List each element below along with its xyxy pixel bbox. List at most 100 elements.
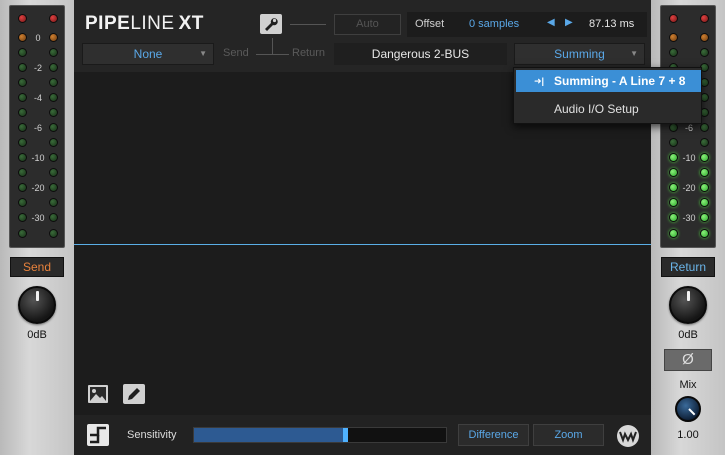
meter-label: -30: [31, 213, 45, 223]
mix-label: Mix: [679, 379, 697, 391]
led: [18, 63, 27, 72]
led: [669, 14, 678, 23]
title-part-line: LINE: [130, 13, 175, 34]
led: [700, 198, 709, 207]
return-label: Return: [661, 257, 715, 277]
title-part-xt: XT: [178, 13, 204, 34]
meter-row: [661, 47, 717, 59]
led: [18, 153, 27, 162]
title-part-pipe: PIPE: [85, 13, 131, 34]
return-level-knob[interactable]: [669, 286, 707, 324]
led: [669, 48, 678, 57]
meter-row: [661, 13, 717, 25]
led: [669, 183, 678, 192]
led: [700, 229, 709, 238]
meter-row: [10, 107, 66, 119]
meter-row: -10: [661, 152, 717, 164]
phase-invert-button[interactable]: Ø: [664, 349, 712, 371]
meter-row: -20: [661, 182, 717, 194]
led: [49, 229, 58, 238]
led: [49, 63, 58, 72]
sensitivity-label: Sensitivity: [127, 429, 177, 441]
meter-row: [10, 137, 66, 149]
image-icon[interactable]: [87, 384, 109, 404]
meter-row: [10, 77, 66, 89]
led: [49, 123, 58, 132]
led: [18, 168, 27, 177]
offset-label: Offset: [415, 18, 445, 30]
led: [700, 48, 709, 57]
led: [18, 33, 27, 42]
led: [700, 33, 709, 42]
routing-line: [272, 38, 273, 54]
led: [669, 33, 678, 42]
led: [669, 198, 678, 207]
led: [669, 138, 678, 147]
led: [669, 123, 678, 132]
menu-item-summing-a-line[interactable]: ➜| Summing - A Line 7 + 8: [516, 70, 701, 92]
arrow-right-icon[interactable]: ▶: [565, 17, 573, 28]
send-dropdown[interactable]: None ▼: [82, 43, 214, 65]
meter-label: -20: [682, 183, 696, 193]
led: [18, 229, 27, 238]
meter-label: -20: [31, 183, 45, 193]
meter-row: -20: [10, 182, 66, 194]
led: [700, 153, 709, 162]
sensitivity-slider[interactable]: [193, 427, 447, 443]
meter-row: [10, 47, 66, 59]
wrench-icon[interactable]: [260, 14, 282, 34]
routing-line: [256, 54, 289, 55]
meter-row: [661, 228, 717, 240]
presonus-logo-icon: [614, 424, 642, 448]
led: [669, 168, 678, 177]
app-title: PIPELINE XT: [85, 13, 204, 35]
led: [49, 93, 58, 102]
sensitivity-fill: [194, 428, 345, 442]
meter-label: -2: [33, 63, 42, 73]
meter-row: [661, 137, 717, 149]
led: [700, 14, 709, 23]
return-level-value: 0dB: [678, 329, 698, 341]
meter-label: -4: [33, 93, 42, 103]
return-meter: -6 -10 -20 -30: [660, 5, 716, 248]
auto-button[interactable]: Auto: [334, 14, 401, 35]
led: [49, 213, 58, 222]
menu-item-label: Audio I/O Setup: [554, 102, 639, 116]
led: [49, 168, 58, 177]
pencil-icon[interactable]: [123, 384, 145, 404]
send-panel: 0 -2 -4 -6 -10 -20 -30 Send 0dB: [0, 0, 74, 455]
mix-knob[interactable]: [675, 396, 701, 422]
led: [700, 168, 709, 177]
sensitivity-handle[interactable]: [343, 428, 348, 442]
menu-item-audio-io-setup[interactable]: Audio I/O Setup: [516, 98, 701, 120]
led: [18, 198, 27, 207]
return-dropdown[interactable]: Summing ▼: [514, 43, 645, 65]
led: [18, 138, 27, 147]
meter-row: [661, 167, 717, 179]
led: [49, 198, 58, 207]
led: [669, 213, 678, 222]
offset-ms-value: 87.13 ms: [589, 18, 635, 30]
zoom-button[interactable]: Zoom: [533, 424, 604, 446]
led: [49, 108, 58, 117]
led: [18, 93, 27, 102]
difference-button[interactable]: Difference: [458, 424, 529, 446]
meter-row: -30: [10, 212, 66, 224]
arrow-left-icon[interactable]: ◀: [547, 17, 555, 28]
polarity-icon[interactable]: [87, 424, 109, 446]
led: [49, 48, 58, 57]
offset-samples-field[interactable]: 0 samples: [469, 18, 519, 30]
insert-name-field[interactable]: Dangerous 2-BUS: [334, 43, 507, 65]
meter-row: [10, 167, 66, 179]
waveform-line: [74, 244, 651, 245]
meter-row: -4: [10, 92, 66, 104]
led: [49, 153, 58, 162]
led: [18, 14, 27, 23]
send-level-knob[interactable]: [18, 286, 56, 324]
meter-row: 0: [10, 32, 66, 44]
menu-item-label: Summing - A Line 7 + 8: [554, 74, 686, 88]
led: [700, 123, 709, 132]
meter-row: [661, 32, 717, 44]
led: [700, 183, 709, 192]
led: [700, 213, 709, 222]
